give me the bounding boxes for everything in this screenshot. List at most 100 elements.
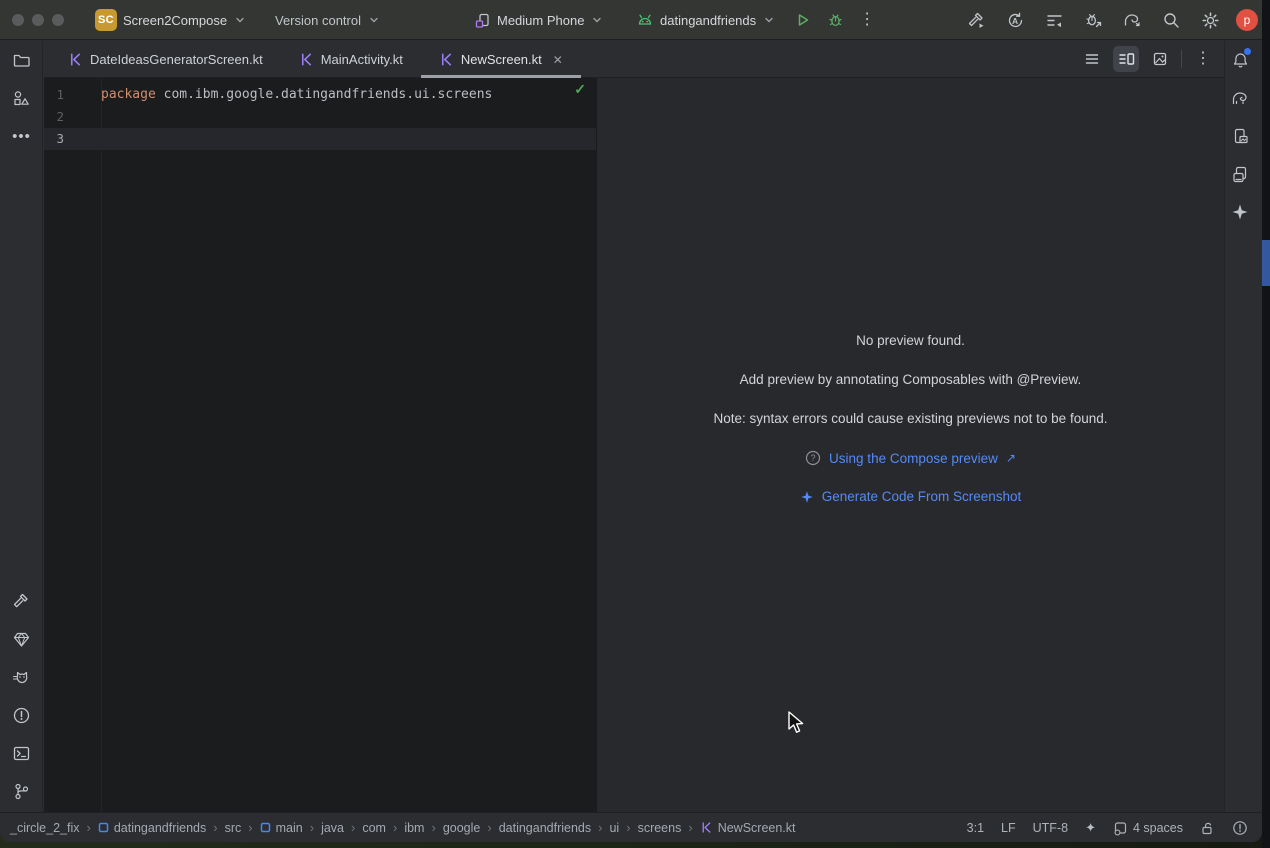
line-ending-widget[interactable]: LF — [1001, 821, 1016, 835]
sidebar-item-problems[interactable] — [0, 696, 43, 734]
close-window-button[interactable] — [12, 14, 24, 26]
breadcrumb-separator: › — [351, 820, 355, 835]
code-line[interactable]: 2 — [44, 106, 596, 128]
tab-label: DateIdeasGeneratorScreen.kt — [90, 52, 263, 67]
kebab-icon: ⋮ — [859, 12, 875, 28]
code-editor[interactable]: 1 package com.ibm.google.datingandfriend… — [44, 78, 596, 812]
editor-view-modes: ⋮ — [1079, 46, 1216, 72]
code-view-button[interactable] — [1079, 46, 1105, 72]
code-line[interactable]: 1 package com.ibm.google.datingandfriend… — [44, 84, 596, 106]
indent-widget[interactable]: 4 spaces — [1113, 821, 1183, 836]
analysis-status-widget[interactable] — [1232, 820, 1248, 836]
breadcrumb-item[interactable]: main — [260, 821, 303, 835]
add-preview-message: Add preview by annotating Composables wi… — [597, 372, 1224, 387]
sidebar-item-build[interactable] — [0, 582, 43, 620]
breadcrumb-item[interactable]: datingandfriends — [98, 821, 206, 835]
gradle-sync-elephant-icon — [1122, 11, 1142, 30]
run-config-label[interactable]: datingandfriends — [660, 13, 756, 28]
ellipsis-icon: ••• — [12, 128, 31, 145]
no-preview-message: No preview found. — [597, 333, 1224, 348]
search-everywhere-button[interactable] — [1158, 7, 1184, 33]
unlocked-padlock-icon — [1200, 821, 1215, 836]
tab-label: MainActivity.kt — [321, 52, 403, 67]
svg-text:A: A — [1012, 16, 1018, 26]
apply-changes-button[interactable]: A — [1002, 7, 1028, 33]
file-lock-widget[interactable] — [1200, 821, 1215, 836]
device-selector[interactable]: Medium Phone — [474, 0, 604, 40]
code-line-current[interactable]: 3 — [44, 128, 596, 150]
project-widget[interactable]: SC Screen2Compose — [95, 0, 247, 40]
code-view-icon — [1084, 51, 1100, 67]
toolbar-right-icons: A — [963, 7, 1258, 33]
sidebar-item-terminal[interactable] — [0, 734, 43, 772]
right-tool-stripe — [1224, 41, 1254, 812]
sidebar-item-more-tools[interactable]: ••• — [0, 117, 43, 155]
sidebar-item-running-devices[interactable] — [1225, 117, 1255, 155]
sidebar-item-app-quality-insights[interactable] — [0, 620, 43, 658]
apply-changes-restart-icon: A — [1006, 11, 1025, 30]
background-window-sliver — [1262, 0, 1270, 848]
build-button[interactable] — [963, 7, 989, 33]
design-view-button[interactable] — [1147, 46, 1173, 72]
breadcrumb-item[interactable]: screens — [638, 821, 682, 835]
run-button[interactable] — [790, 7, 816, 33]
kotlin-file-icon — [700, 821, 713, 834]
breadcrumb-item[interactable]: ibm — [404, 821, 424, 835]
sidebar-item-project[interactable] — [0, 41, 43, 79]
breadcrumb-separator: › — [393, 820, 397, 835]
sidebar-item-notifications[interactable] — [1225, 41, 1255, 79]
breadcrumb-item[interactable]: ui — [609, 821, 619, 835]
sidebar-item-gradle[interactable] — [1225, 79, 1255, 117]
chevron-down-icon[interactable] — [762, 13, 776, 27]
inspection-check-icon[interactable]: ✓ — [574, 81, 586, 98]
breadcrumb-item[interactable]: java — [321, 821, 344, 835]
compose-preview-link[interactable]: Using the Compose preview — [829, 451, 998, 466]
breadcrumb-item-file[interactable]: NewScreen.kt — [700, 821, 796, 835]
editor-tabbar: DateIdeasGeneratorScreen.kt MainActivity… — [44, 41, 1224, 78]
ai-sparkle-icon[interactable]: ✦ — [1085, 820, 1096, 836]
gradle-sync-button[interactable] — [1119, 7, 1145, 33]
sidebar-item-gemini[interactable] — [1225, 193, 1255, 231]
tab-newscreen[interactable]: NewScreen.kt ✕ — [421, 41, 581, 78]
main-toolbar: SC Screen2Compose Version control Medium… — [0, 0, 1262, 40]
more-run-options-button[interactable]: ⋮ — [854, 7, 880, 33]
sidebar-item-logcat[interactable] — [0, 658, 43, 696]
compose-preview-help-row: ? Using the Compose preview ↗ — [597, 450, 1224, 466]
generate-code-link[interactable]: Generate Code From Screenshot — [822, 489, 1022, 504]
tab-dateideasgeneratorscreen[interactable]: DateIdeasGeneratorScreen.kt — [50, 41, 281, 78]
version-control-widget[interactable]: Version control — [275, 0, 381, 40]
compose-preview-panel: No preview found. Add preview by annotat… — [596, 78, 1224, 812]
breadcrumb-item[interactable]: src — [225, 821, 242, 835]
zoom-window-button[interactable] — [52, 14, 64, 26]
minimize-window-button[interactable] — [32, 14, 44, 26]
breadcrumb-item[interactable]: datingandfriends — [499, 821, 591, 835]
avatar[interactable]: p — [1236, 9, 1258, 31]
encoding-widget[interactable]: UTF-8 — [1033, 821, 1068, 835]
close-tab-icon[interactable]: ✕ — [553, 53, 563, 67]
breadcrumb-item[interactable]: com — [362, 821, 386, 835]
left-stripe-bottom — [0, 582, 43, 810]
help-circle-icon: ? — [805, 450, 821, 466]
design-view-icon — [1152, 51, 1168, 67]
debug-button[interactable] — [822, 7, 848, 33]
editor-options-button[interactable]: ⋮ — [1190, 46, 1216, 72]
attach-debugger-button[interactable] — [1080, 7, 1106, 33]
sidebar-item-device-manager[interactable] — [1225, 155, 1255, 193]
gutter-divider — [101, 78, 102, 812]
sidebar-item-version-control[interactable] — [0, 772, 43, 810]
tab-label: NewScreen.kt — [461, 52, 542, 67]
syntax-note-message: Note: syntax errors could cause existing… — [597, 411, 1224, 426]
apply-code-changes-button[interactable] — [1041, 7, 1067, 33]
breadcrumb-item[interactable]: google — [443, 821, 481, 835]
sidebar-item-resource-manager[interactable] — [0, 79, 43, 117]
breadcrumb-separator: › — [248, 820, 252, 835]
settings-button[interactable] — [1197, 7, 1223, 33]
external-link-icon: ↗ — [1006, 451, 1016, 465]
tab-mainactivity[interactable]: MainActivity.kt — [281, 41, 421, 78]
split-view-button[interactable] — [1113, 46, 1139, 72]
alert-circle-icon — [12, 706, 31, 725]
caret-position-widget[interactable]: 3:1 — [967, 821, 984, 835]
kotlin-file-icon — [299, 52, 314, 67]
breadcrumb-item[interactable]: _circle_2_fix — [10, 821, 79, 835]
device-label: Medium Phone — [497, 13, 584, 28]
